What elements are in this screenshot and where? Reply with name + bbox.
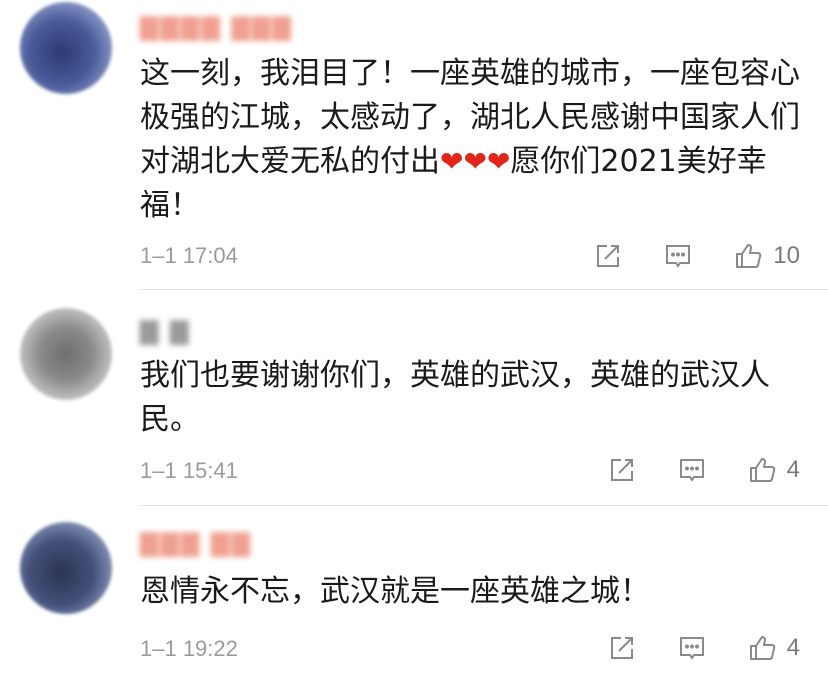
- comment-item: ▇▇▇▇ ▇▇▇ 这一刻，我泪目了！一座英雄的城市，一座包容心极强的江城，太感动…: [0, 0, 828, 290]
- thumbs-up-icon: [747, 455, 777, 485]
- share-icon: [593, 241, 623, 271]
- reply-button[interactable]: [677, 633, 707, 663]
- comment-item: ▇ ▇ 我们也要谢谢你们，英雄的武汉，英雄的武汉人民。 1–1 15:41 4: [0, 290, 828, 510]
- like-button[interactable]: 10: [733, 241, 800, 271]
- thumbs-up-icon: [747, 633, 777, 663]
- like-count: 10: [773, 242, 800, 269]
- reply-button[interactable]: [663, 241, 693, 271]
- comment-text: 恩情永不忘，武汉就是一座英雄之城！: [140, 574, 650, 609]
- avatar[interactable]: [20, 308, 112, 400]
- share-button[interactable]: [607, 455, 637, 485]
- share-button[interactable]: [593, 241, 623, 271]
- heart-emoji: ❤❤❤: [440, 145, 511, 178]
- share-button[interactable]: [607, 633, 637, 663]
- timestamp: 1–1 15:41: [140, 458, 238, 483]
- comment-icon: [663, 241, 693, 271]
- comment-actions: 4: [607, 632, 800, 664]
- comment-item: ▇▇▇ ▇▇ 恩情永不忘，武汉就是一座英雄之城！ 1–1 19:22 4: [0, 510, 828, 674]
- timestamp: 1–1 17:04: [140, 243, 238, 268]
- comment-icon: [677, 633, 707, 663]
- like-button[interactable]: 4: [747, 455, 800, 485]
- share-icon: [607, 455, 637, 485]
- avatar[interactable]: [20, 522, 112, 614]
- comment-icon: [677, 455, 707, 485]
- comment-text: 我们也要谢谢你们，英雄的武汉，英雄的武汉人民。: [140, 358, 770, 437]
- like-count: 4: [786, 456, 800, 483]
- avatar[interactable]: [20, 2, 112, 94]
- divider: [140, 505, 828, 506]
- like-count: 4: [786, 634, 800, 661]
- username[interactable]: ▇▇▇ ▇▇: [140, 530, 252, 556]
- comment-text: 这一刻，我泪目了！一座英雄的城市，一座包容心极强的江城，太感动了，湖北人民感谢中…: [140, 52, 800, 228]
- comment-actions: 4: [607, 454, 800, 486]
- share-icon: [607, 633, 637, 663]
- like-button[interactable]: 4: [747, 633, 800, 663]
- timestamp: 1–1 19:22: [140, 636, 238, 661]
- comment-actions: 10: [593, 240, 800, 272]
- username[interactable]: ▇▇▇▇ ▇▇▇: [140, 14, 293, 40]
- username[interactable]: ▇ ▇: [140, 318, 191, 344]
- thumbs-up-icon: [733, 241, 763, 271]
- reply-button[interactable]: [677, 455, 707, 485]
